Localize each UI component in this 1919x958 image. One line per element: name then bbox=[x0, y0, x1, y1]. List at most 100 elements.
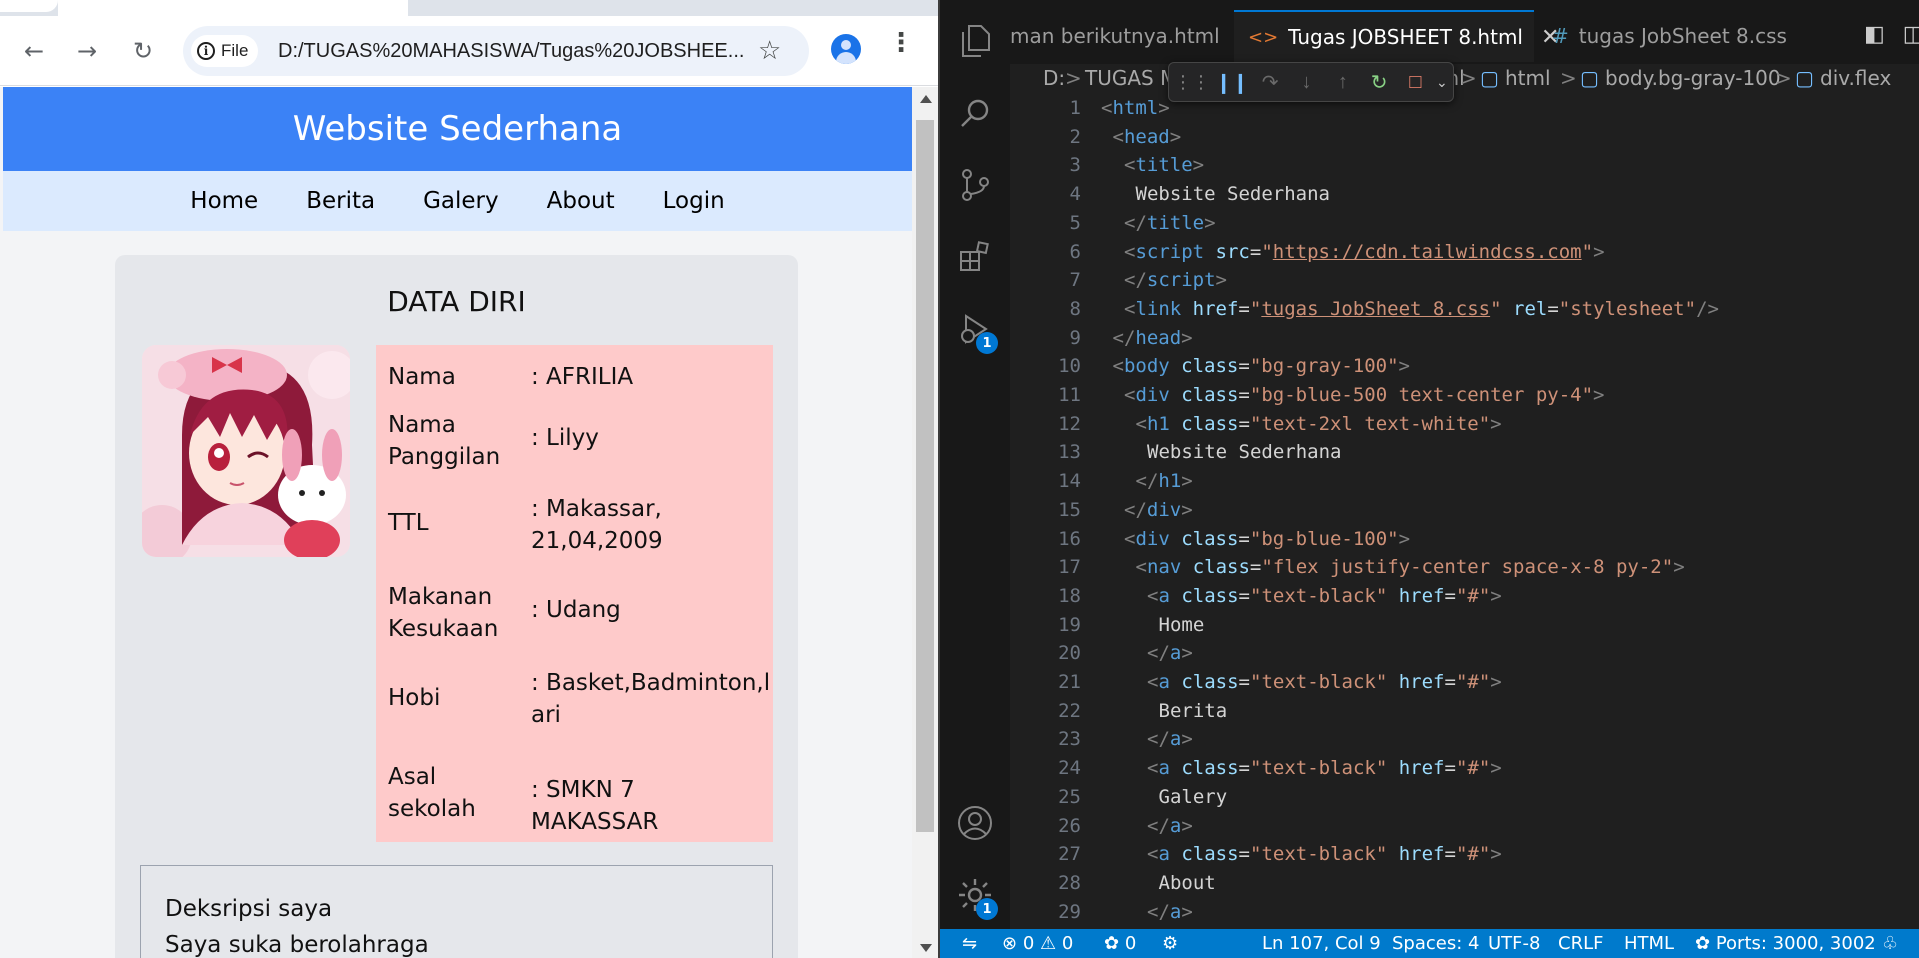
code-line[interactable]: 3 <title> bbox=[1010, 151, 1919, 179]
code-line[interactable]: 4 Website Sederhana bbox=[1010, 180, 1919, 208]
browser-window: ← → ↻ i File D:/TUGAS%20MAHASISWA/Tugas%… bbox=[0, 0, 938, 958]
browser-tab[interactable] bbox=[58, 0, 408, 16]
step-out-icon[interactable]: ↑ bbox=[1332, 69, 1354, 95]
reload-icon[interactable]: ↻ bbox=[126, 34, 160, 68]
code-line[interactable]: 25 Galery bbox=[1010, 783, 1919, 811]
code-line[interactable]: 21 <a class="text-black" href="#"> bbox=[1010, 668, 1919, 696]
extensions-icon[interactable] bbox=[956, 238, 994, 276]
code-line[interactable]: 14 </h1> bbox=[1010, 467, 1919, 495]
pause-icon[interactable]: ❙❙ bbox=[1215, 69, 1249, 95]
site-info-chip[interactable]: i File bbox=[191, 35, 259, 67]
encoding-status[interactable]: UTF-8 bbox=[1488, 933, 1540, 954]
back-arrow-icon[interactable]: ← bbox=[17, 34, 51, 68]
step-into-icon[interactable]: ↓ bbox=[1295, 69, 1317, 95]
tab-tugas-jobsheet-css[interactable]: # tugas JobSheet 8.css bbox=[1538, 10, 1788, 62]
code-text: </script> bbox=[1124, 269, 1227, 292]
breadcrumb-item[interactable]: html bbox=[1505, 66, 1551, 90]
open-preview-icon[interactable]: ◧ bbox=[1864, 22, 1885, 47]
url-text[interactable]: D:/TUGAS%20MAHASISWA/Tugas%20JOBSHEE... bbox=[278, 40, 744, 63]
code-line[interactable]: 9 </head> bbox=[1010, 324, 1919, 352]
site-header: Website Sederhana bbox=[3, 87, 912, 171]
notifications-bell-icon[interactable]: ♧ bbox=[1882, 933, 1898, 954]
code-line[interactable]: 12 <h1 class="text-2xl text-white"> bbox=[1010, 410, 1919, 438]
code-line[interactable]: 27 <a class="text-black" href="#"> bbox=[1010, 840, 1919, 868]
code-line[interactable]: 11 <div class="bg-blue-500 text-center py… bbox=[1010, 381, 1919, 409]
code-line[interactable]: 8 <link href="tugas JobSheet 8.css" rel="… bbox=[1010, 295, 1919, 323]
breadcrumb-item[interactable]: div.flex bbox=[1820, 66, 1891, 90]
ports-label: Ports: 3000, 3002 bbox=[1715, 933, 1876, 954]
problems-status[interactable]: ⊗ 0 ⚠ 0 bbox=[1002, 933, 1073, 954]
code-editor[interactable]: 1 <html> 2 <head> 3 <title> 4 Website Sederhana… bbox=[1010, 94, 1919, 929]
code-line[interactable]: 26 </a> bbox=[1010, 812, 1919, 840]
stop-icon[interactable]: □ bbox=[1404, 69, 1426, 95]
nav-link-galery[interactable]: Galery bbox=[423, 188, 499, 214]
code-line[interactable]: 5 </title> bbox=[1010, 209, 1919, 237]
tab-html-prev[interactable]: man berikutnya.html bbox=[1010, 10, 1230, 62]
code-line[interactable]: 16 <div class="bg-blue-100"> bbox=[1010, 525, 1919, 553]
browser-menu-icon[interactable]: ⋮ bbox=[888, 28, 914, 72]
code-line[interactable]: 7 </script> bbox=[1010, 266, 1919, 294]
step-over-icon[interactable]: ↷ bbox=[1259, 69, 1281, 95]
scroll-down-arrow-icon[interactable] bbox=[920, 944, 932, 952]
nav-link-home[interactable]: Home bbox=[190, 188, 258, 214]
code-text: <html> bbox=[1101, 97, 1170, 119]
drag-handle-icon[interactable]: ⋮⋮ bbox=[1174, 69, 1210, 95]
nav-link-about[interactable]: About bbox=[547, 188, 615, 214]
settings-gear-icon[interactable]: 1 bbox=[956, 876, 998, 920]
ports-status[interactable]: ✿ Ports: 3000, 3002 bbox=[1695, 933, 1876, 954]
source-control-icon[interactable] bbox=[956, 166, 994, 204]
line-number: 14 bbox=[1058, 470, 1081, 493]
code-line[interactable]: 29 </a> bbox=[1010, 898, 1919, 926]
cursor-position[interactable]: Ln 107, Col 9 bbox=[1262, 933, 1381, 954]
code-line[interactable]: 6 <script src="https://cdn.tailwindcss.co… bbox=[1010, 238, 1919, 266]
chevron-down-icon[interactable]: ⌄ bbox=[1431, 69, 1453, 95]
code-line[interactable]: 18 <a class="text-black" href="#"> bbox=[1010, 582, 1919, 610]
card-title: DATA DIRI bbox=[387, 285, 526, 318]
code-line[interactable]: 10 <body class="bg-gray-100"> bbox=[1010, 352, 1919, 380]
description-box: Deksripsi saya Saya suka berolahraga bbox=[140, 865, 773, 958]
code-line[interactable]: 24 <a class="text-black" href="#"> bbox=[1010, 754, 1919, 782]
nav-link-login[interactable]: Login bbox=[663, 188, 725, 214]
page-scrollbar[interactable] bbox=[912, 87, 938, 958]
forward-arrow-icon[interactable]: → bbox=[70, 34, 104, 68]
ports-forwarded-status[interactable]: ✿ 0 bbox=[1104, 933, 1136, 954]
split-editor-icon[interactable]: ◫ bbox=[1903, 22, 1919, 47]
scrollbar-thumb[interactable] bbox=[916, 120, 934, 832]
breadcrumb-item[interactable]: body.bg-gray-100 bbox=[1605, 66, 1781, 90]
code-line[interactable]: 19 Home bbox=[1010, 611, 1919, 639]
code-line[interactable]: 23 </a> bbox=[1010, 725, 1919, 753]
eol-status[interactable]: CRLF bbox=[1558, 933, 1603, 954]
code-text: Galery bbox=[1158, 785, 1228, 808]
explorer-icon[interactable] bbox=[956, 22, 994, 60]
browser-tab-edge[interactable] bbox=[0, 0, 58, 12]
run-debug-icon[interactable]: 1 bbox=[956, 310, 998, 354]
code-line[interactable]: 13 Website Sederhana bbox=[1010, 438, 1919, 466]
code-line[interactable]: 15 </div> bbox=[1010, 496, 1919, 524]
bookmark-star-icon[interactable]: ☆ bbox=[758, 36, 781, 66]
scroll-up-arrow-icon[interactable] bbox=[920, 95, 932, 103]
search-icon[interactable] bbox=[956, 94, 994, 132]
code-line[interactable]: 20 </a> bbox=[1010, 639, 1919, 667]
language-status[interactable]: HTML bbox=[1624, 933, 1674, 954]
restart-icon[interactable]: ↻ bbox=[1368, 69, 1390, 95]
code-line[interactable]: 22 Berita bbox=[1010, 697, 1919, 725]
code-line[interactable]: 17 <nav class="flex justify-center space-… bbox=[1010, 553, 1919, 581]
line-number: 9 bbox=[1069, 326, 1081, 349]
row-value: : SMKN 7 MAKASSAR bbox=[531, 777, 659, 835]
address-bar[interactable]: i File D:/TUGAS%20MAHASISWA/Tugas%20JOBS… bbox=[183, 26, 809, 76]
tab-tugas-jobsheet-html[interactable]: <> Tugas JOBSHEET 8.html ✕ bbox=[1234, 10, 1559, 62]
code-text: </div> bbox=[1124, 498, 1193, 521]
remote-icon[interactable]: ⇋ bbox=[962, 933, 977, 954]
code-line[interactable]: 28 About bbox=[1010, 869, 1919, 897]
breadcrumb-item[interactable]: D: bbox=[1043, 66, 1065, 90]
code-line[interactable]: 2 <head> bbox=[1010, 123, 1919, 151]
profile-avatar-icon[interactable] bbox=[831, 34, 861, 64]
line-number: 7 bbox=[1069, 269, 1081, 292]
code-line[interactable]: 1 <html> bbox=[1010, 94, 1919, 122]
nav-link-berita[interactable]: Berita bbox=[306, 188, 375, 214]
accounts-icon[interactable] bbox=[956, 804, 994, 842]
indentation-status[interactable]: Spaces: 4 bbox=[1392, 933, 1479, 954]
debug-status-icon[interactable]: ⚙ bbox=[1162, 933, 1178, 954]
warning-count: 0 bbox=[1061, 933, 1074, 954]
page-viewport: Website Sederhana Home Berita Galery Abo… bbox=[0, 87, 922, 958]
